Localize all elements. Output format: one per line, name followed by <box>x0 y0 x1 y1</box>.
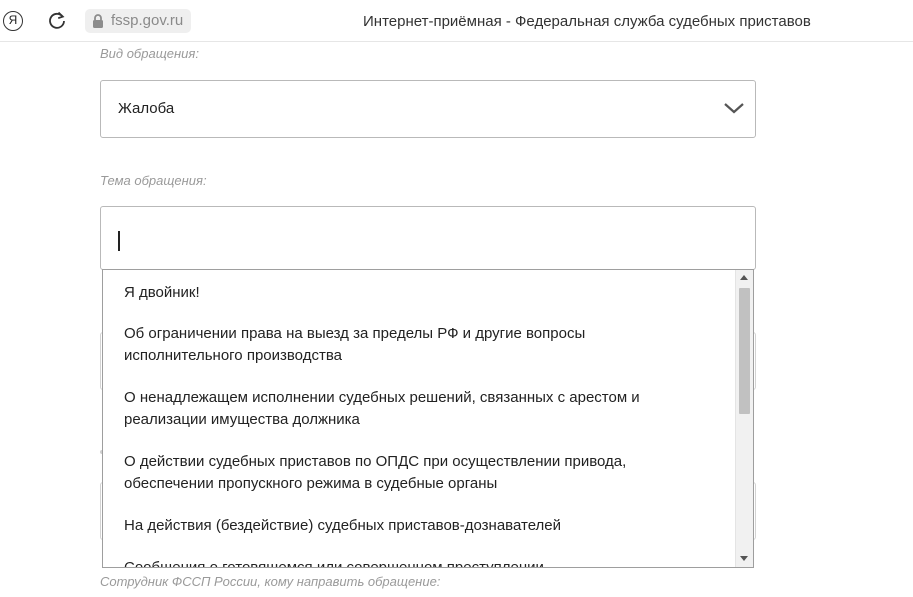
option-text: На действия (бездействие) судебных прист… <box>124 517 562 534</box>
request-topic-label: Тема обращения: <box>100 173 207 188</box>
scroll-up-icon[interactable] <box>736 270 753 286</box>
request-topic-input[interactable] <box>100 206 756 270</box>
address-bar[interactable]: fssp.gov.ru <box>85 9 192 33</box>
option-text: реализации имущества должника <box>124 411 360 428</box>
topic-option[interactable]: Сообщения о готовящемся или совершенном … <box>124 557 724 568</box>
topic-option[interactable]: На действия (бездействие) судебных прист… <box>124 515 724 537</box>
option-text: Об ограничении права на выезд за пределы… <box>124 325 586 342</box>
option-text: Я двойник! <box>124 284 200 301</box>
topic-option[interactable]: Я двойник! <box>124 282 724 304</box>
request-type-select[interactable]: Жалоба <box>100 80 756 138</box>
address-text: fssp.gov.ru <box>111 12 184 29</box>
topic-option[interactable]: О действии судебных приставов по ОПДС пр… <box>124 451 724 495</box>
scrollbar-thumb[interactable] <box>739 288 750 414</box>
topic-option[interactable]: О ненадлежащем исполнении судебных решен… <box>124 387 724 431</box>
text-caret <box>118 231 120 251</box>
request-type-value: Жалоба <box>118 100 175 117</box>
dropdown-scrollbar[interactable] <box>735 270 753 567</box>
browser-toolbar: Я fssp.gov.ru Интернет-приёмная - Федера… <box>0 0 913 42</box>
topic-dropdown[interactable]: Я двойник! Об ограничении права на выезд… <box>102 269 754 568</box>
chevron-down-icon[interactable] <box>723 101 745 115</box>
reload-icon[interactable] <box>46 9 68 31</box>
yandex-icon[interactable]: Я <box>3 11 23 31</box>
option-text: О ненадлежащем исполнении судебных решен… <box>124 389 640 406</box>
topic-option[interactable]: Об ограничении права на выезд за пределы… <box>124 323 724 367</box>
option-text: исполнительного производства <box>124 347 342 364</box>
option-text: О действии судебных приставов по ОПДС пр… <box>124 453 627 470</box>
lock-icon <box>93 14 103 28</box>
option-text: обеспечении пропускного режима в судебны… <box>124 475 498 492</box>
option-text: Сообщения о готовящемся или совершенном … <box>124 559 544 568</box>
request-type-label: Вид обращения: <box>100 46 199 61</box>
page-title: Интернет-приёмная - Федеральная служба с… <box>363 13 811 30</box>
scroll-down-icon[interactable] <box>736 551 753 567</box>
employee-label: Сотрудник ФССП России, кому направить об… <box>100 574 441 589</box>
